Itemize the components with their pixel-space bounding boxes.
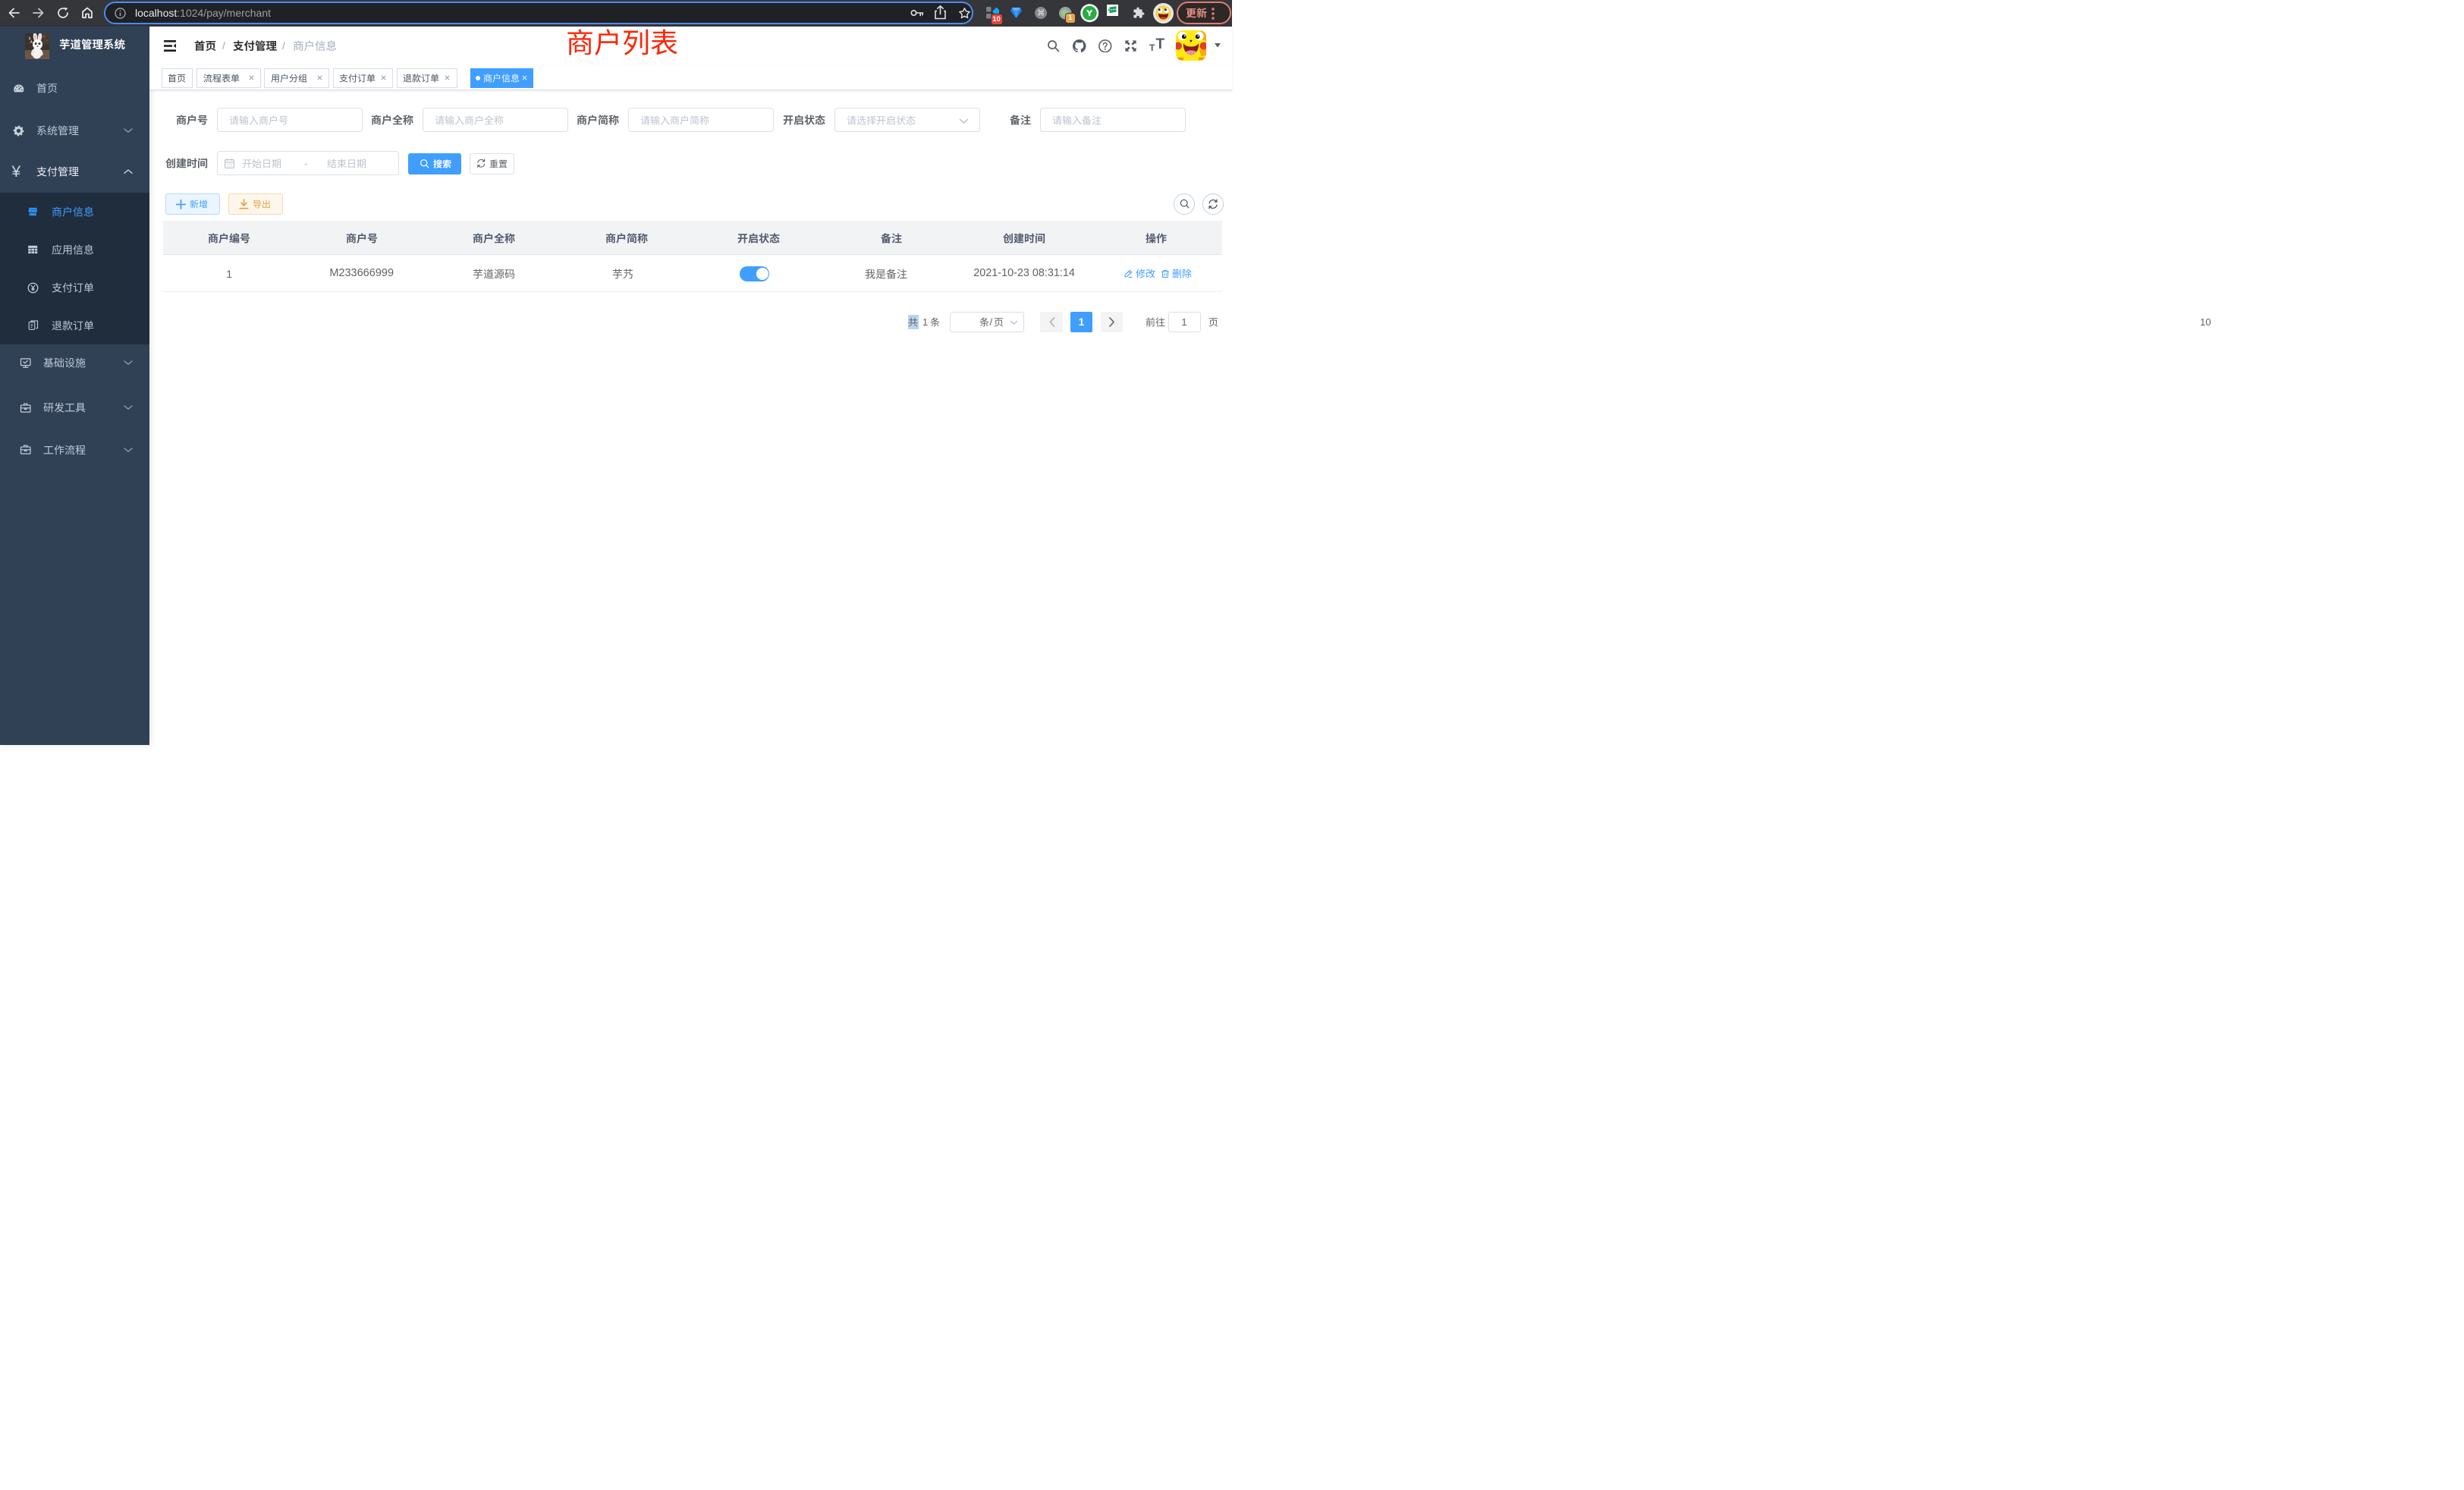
svg-text:⌘: ⌘ [1037, 9, 1045, 18]
